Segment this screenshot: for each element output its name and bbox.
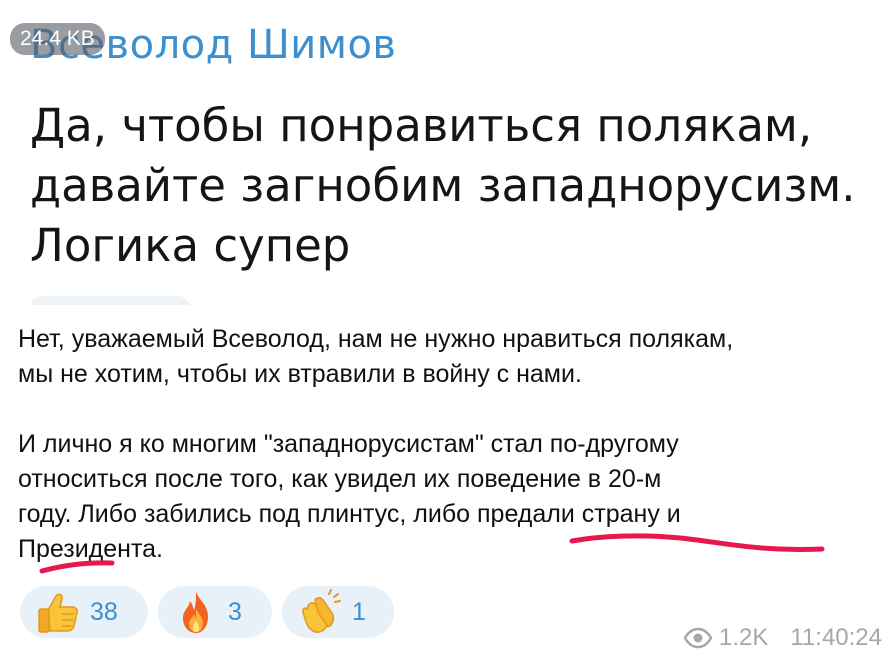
embedded-reaction-stub bbox=[30, 296, 190, 305]
message-paragraph-1: Нет, уважаемый Всеволод, нам не нужно нр… bbox=[18, 325, 734, 388]
message-bubble: Всеволод Шимов Да, чтобы понравиться пол… bbox=[0, 0, 896, 660]
message-text: Нет, уважаемый Всеволод, нам не нужно нр… bbox=[18, 322, 878, 567]
message-meta: 1.2K 11:40:24 bbox=[683, 622, 882, 654]
reaction-fire[interactable]: 3 bbox=[158, 586, 272, 638]
fire-icon bbox=[183, 591, 208, 633]
message-paragraph-2: И лично я ко многим "западнорусистам" ст… bbox=[18, 430, 681, 563]
thumbs-up-icon bbox=[38, 593, 78, 633]
reaction-thumbs-up[interactable]: 38 bbox=[20, 586, 148, 638]
clapping-hands-icon bbox=[302, 589, 341, 633]
views-eye-icon bbox=[683, 627, 713, 649]
reaction-clapping[interactable]: 1 bbox=[282, 586, 394, 638]
reaction-count: 1 bbox=[352, 597, 366, 626]
embedded-image[interactable]: Всеволод Шимов Да, чтобы понравиться пол… bbox=[0, 0, 896, 305]
file-size-badge: 24.4 KB bbox=[10, 23, 105, 55]
reaction-count: 38 bbox=[90, 597, 118, 626]
reaction-count: 3 bbox=[228, 597, 242, 626]
views-count: 1.2K bbox=[718, 624, 769, 651]
embedded-post-text: Да, чтобы понравиться полякам, давайте з… bbox=[30, 99, 856, 272]
message-time: 11:40:24 bbox=[790, 624, 882, 651]
